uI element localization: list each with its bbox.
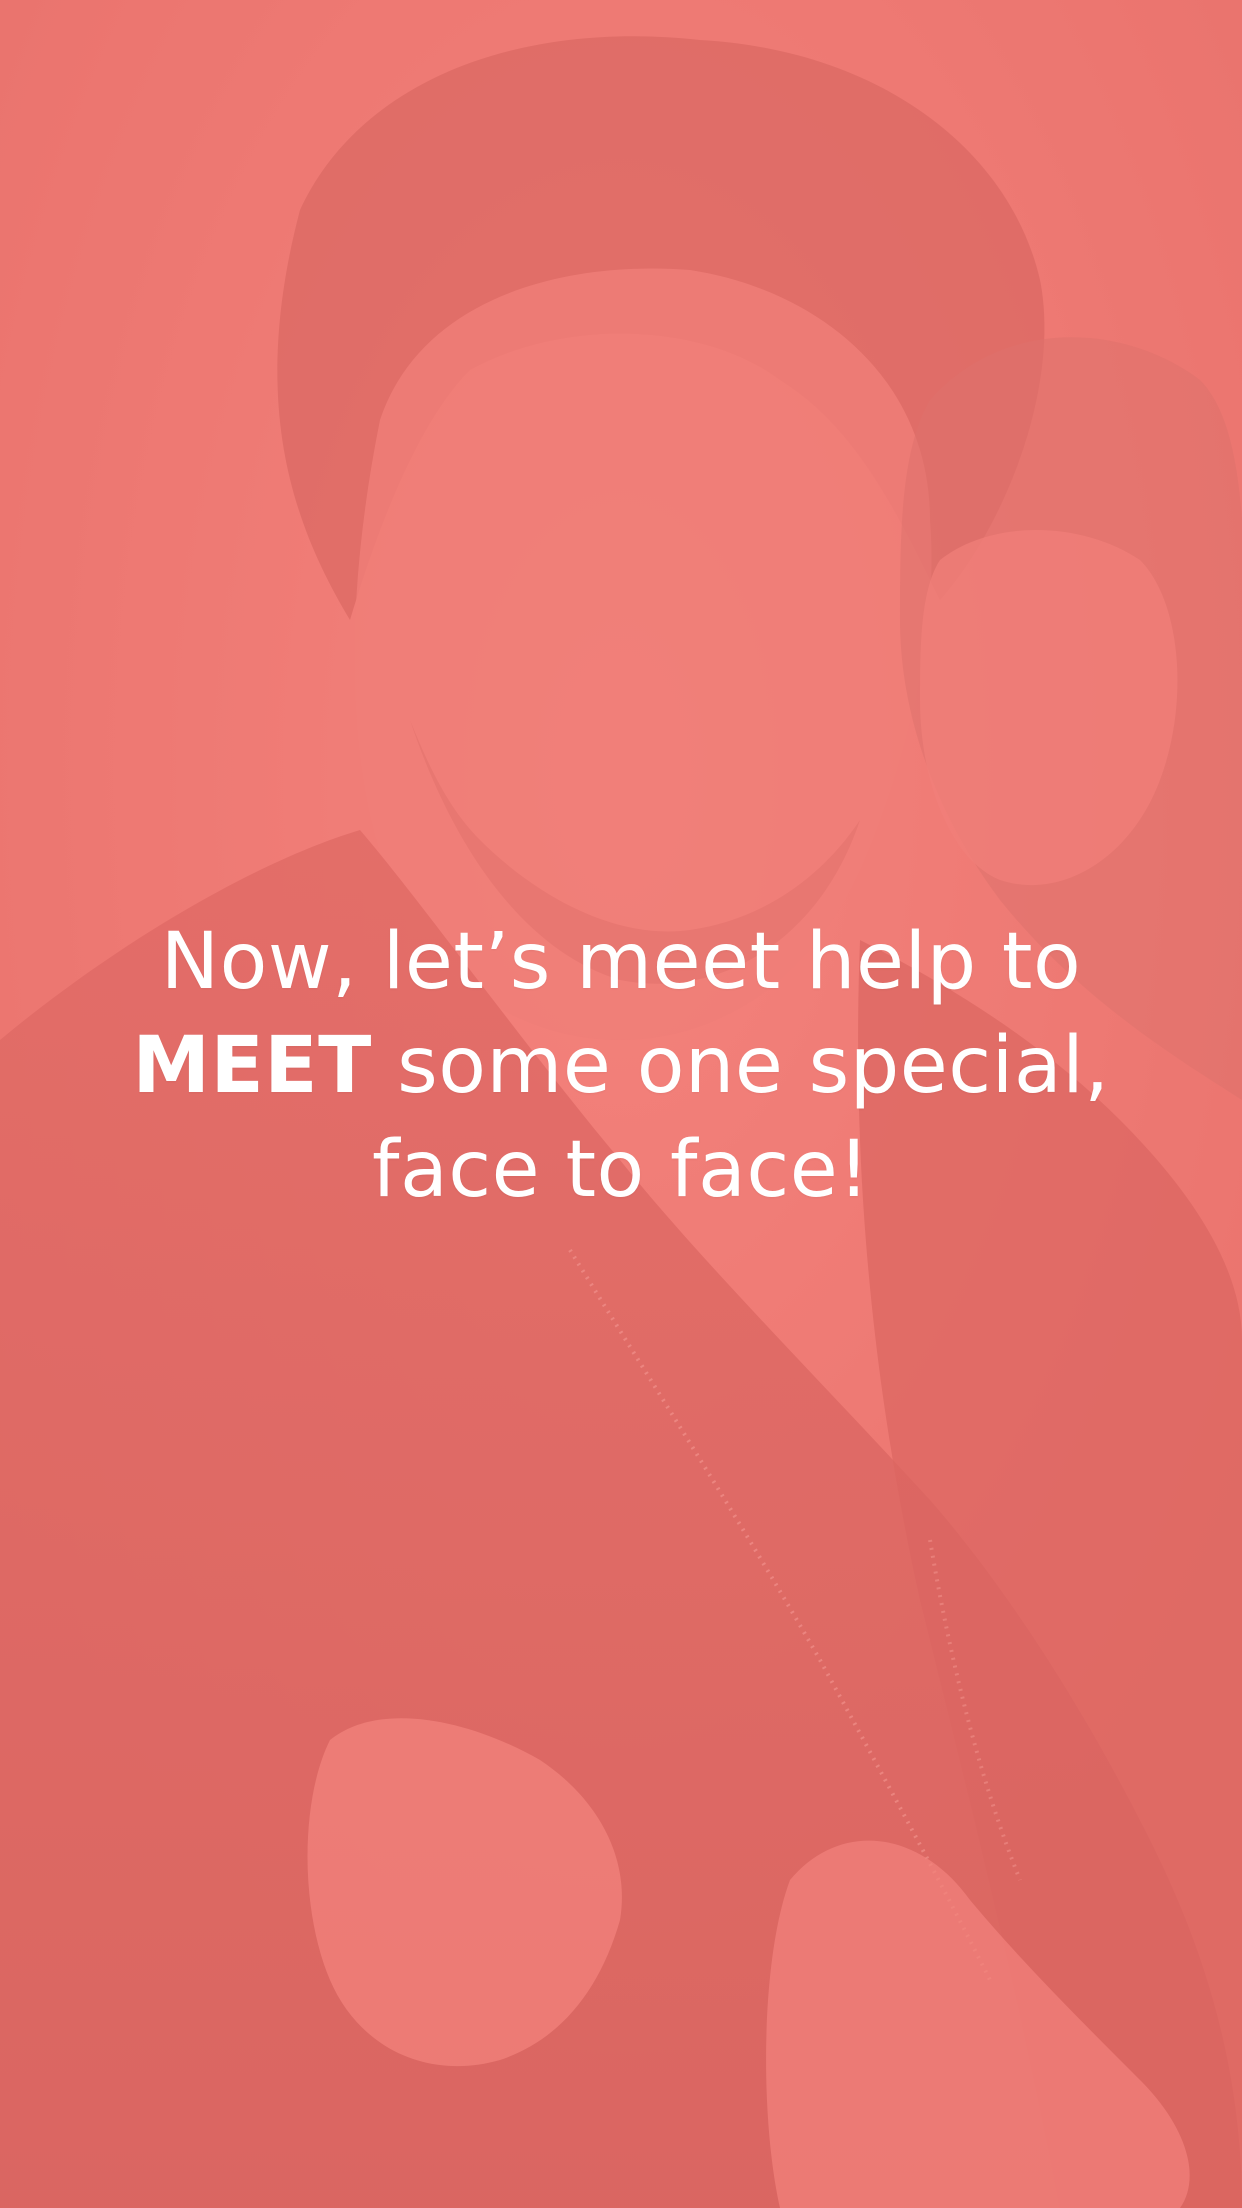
headline-line-1: Now, let’s meet help to <box>160 917 1082 1007</box>
headline-meet-emphasis: MEET <box>132 1021 372 1111</box>
onboarding-headline: Now, let’s meet help to MEET some one sp… <box>0 910 1242 1222</box>
headline-line-2-rest: some one special, <box>371 1021 1110 1111</box>
headline-line-2: MEET some one special, <box>0 1014 1242 1118</box>
headline-line-3: face to face! <box>372 1125 870 1215</box>
onboarding-screen: Now, let’s meet help to MEET some one sp… <box>0 0 1242 2208</box>
